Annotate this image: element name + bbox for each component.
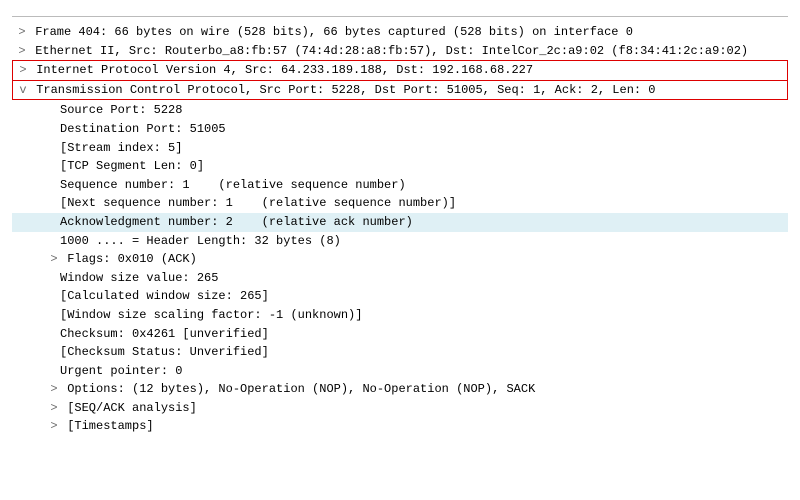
chevron-right-icon[interactable]: > [48,399,60,418]
ethernet-label: Ethernet II, Src: Routerbo_a8:fb:57 (74:… [28,42,748,61]
frame-row[interactable]: > Frame 404: 66 bytes on wire (528 bits)… [12,23,788,42]
packet-details-tree: > Frame 404: 66 bytes on wire (528 bits)… [12,23,788,436]
chevron-down-icon[interactable]: v [17,81,29,100]
top-separator [12,16,788,17]
ip-label: Internet Protocol Version 4, Src: 64.233… [29,61,533,80]
tcp-dst-port[interactable]: Destination Port: 51005 [12,120,788,139]
tcp-label: Transmission Control Protocol, Src Port:… [29,81,656,100]
chevron-right-icon[interactable]: > [48,380,60,399]
chevron-right-icon[interactable]: > [48,417,60,436]
tcp-urgent-ptr[interactable]: Urgent pointer: 0 [12,362,788,381]
tcp-options-row[interactable]: > Options: (12 bytes), No-Operation (NOP… [12,380,788,399]
frame-label: Frame 404: 66 bytes on wire (528 bits), … [28,23,633,42]
tcp-ack-number[interactable]: Acknowledgment number: 2 (relative ack n… [12,213,788,232]
tcp-header-len[interactable]: 1000 .... = Header Length: 32 bytes (8) [12,232,788,251]
tcp-stream-index[interactable]: [Stream index: 5] [12,139,788,158]
tcp-calc-window[interactable]: [Calculated window size: 265] [12,287,788,306]
tcp-seq-number[interactable]: Sequence number: 1 (relative sequence nu… [12,176,788,195]
tcp-seg-len[interactable]: [TCP Segment Len: 0] [12,157,788,176]
chevron-right-icon[interactable]: > [17,61,29,80]
ethernet-row[interactable]: > Ethernet II, Src: Routerbo_a8:fb:57 (7… [12,42,788,61]
chevron-right-icon[interactable]: > [48,250,60,269]
chevron-right-icon[interactable]: > [16,42,28,61]
tcp-window-size[interactable]: Window size value: 265 [12,269,788,288]
tcp-flags-row[interactable]: > Flags: 0x010 (ACK) [12,250,788,269]
tcp-seqack-row[interactable]: > [SEQ/ACK analysis] [12,399,788,418]
chevron-right-icon[interactable]: > [16,23,28,42]
tcp-src-port[interactable]: Source Port: 5228 [12,101,788,120]
tcp-checksum[interactable]: Checksum: 0x4261 [unverified] [12,325,788,344]
tcp-checksum-status[interactable]: [Checksum Status: Unverified] [12,343,788,362]
tcp-row[interactable]: v Transmission Control Protocol, Src Por… [13,81,787,100]
ip-row[interactable]: > Internet Protocol Version 4, Src: 64.2… [13,61,787,81]
tcp-next-seq[interactable]: [Next sequence number: 1 (relative seque… [12,194,788,213]
tcp-timestamps-row[interactable]: > [Timestamps] [12,417,788,436]
highlight-box: > Internet Protocol Version 4, Src: 64.2… [12,60,788,100]
tcp-win-scaling[interactable]: [Window size scaling factor: -1 (unknown… [12,306,788,325]
